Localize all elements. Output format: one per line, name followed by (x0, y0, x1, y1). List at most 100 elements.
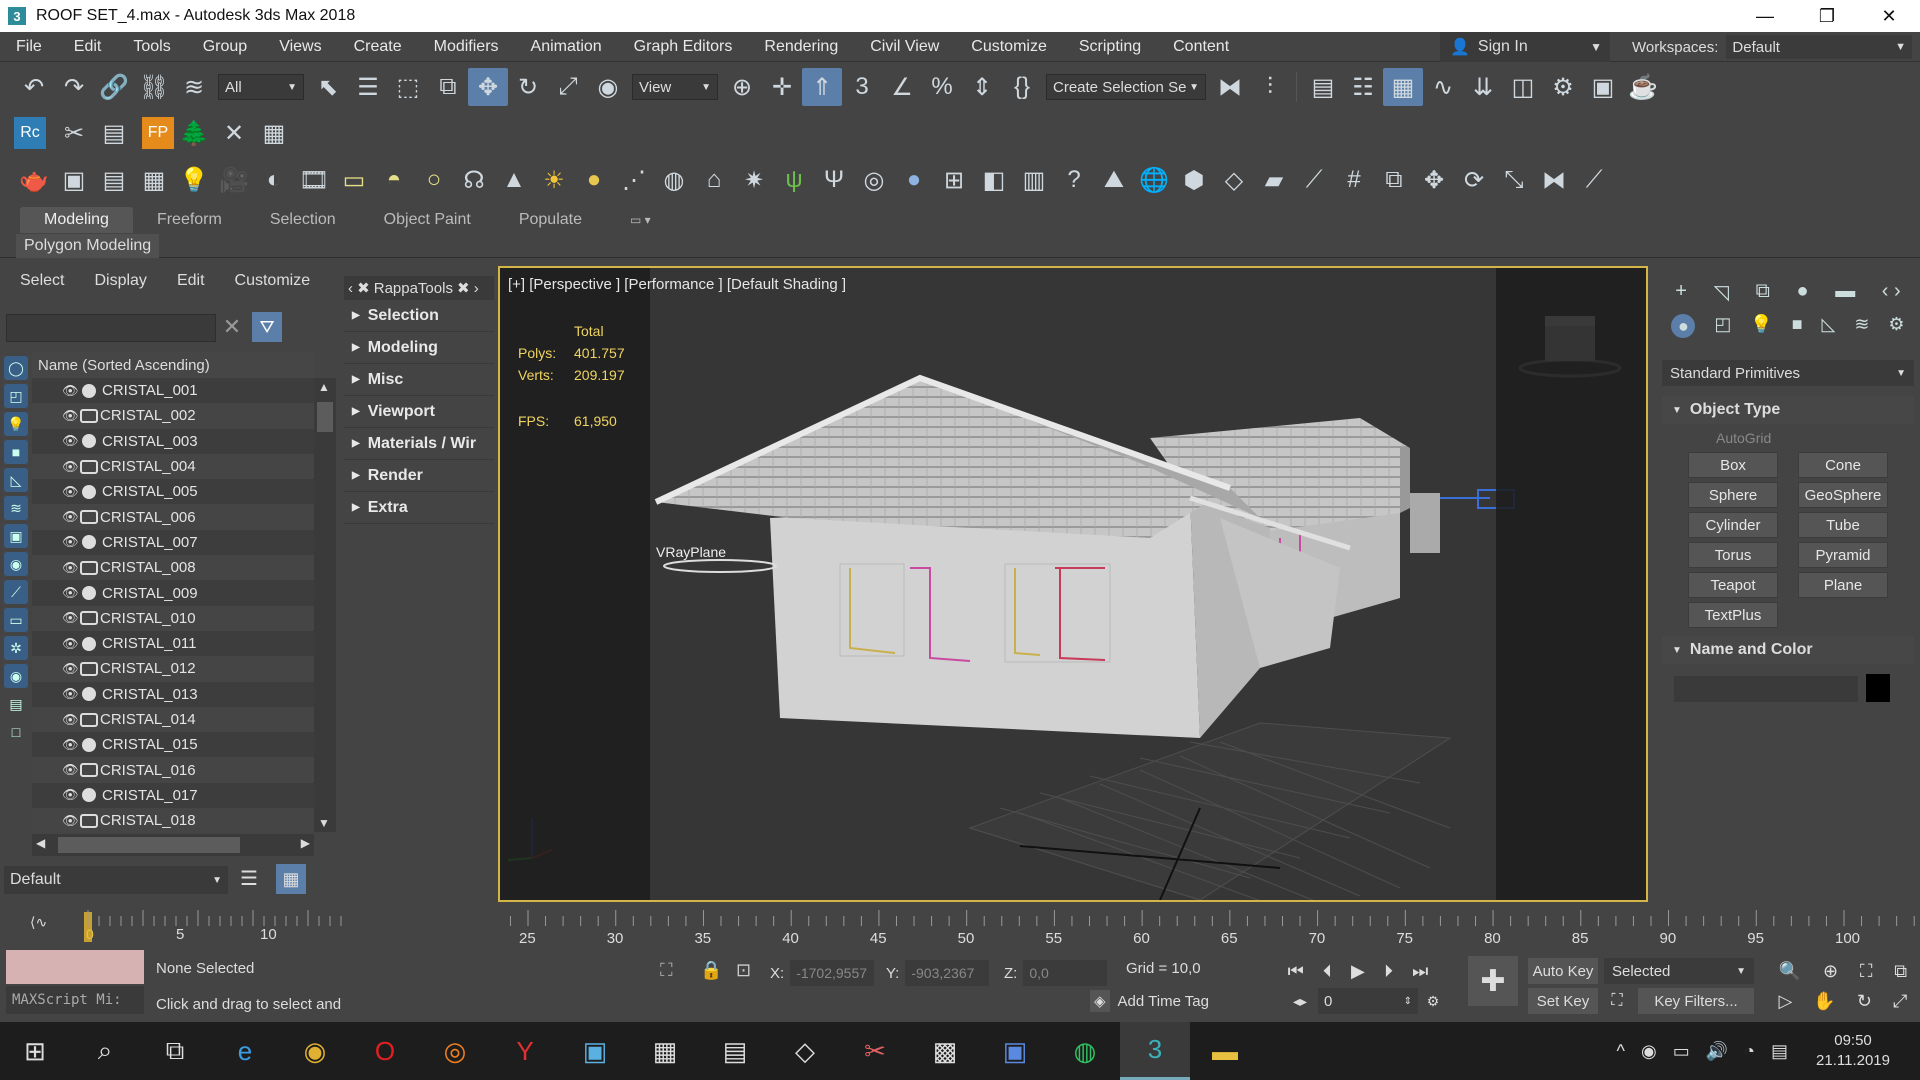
go-to-end-icon[interactable]: ⏭ (1412, 961, 1428, 982)
scroll-thumb[interactable] (317, 402, 333, 432)
menu-views[interactable]: Views (263, 38, 337, 56)
shapes-icon[interactable]: ◰ (1714, 314, 1731, 342)
cylinder-button[interactable]: Cylinder (1688, 512, 1778, 538)
key-mode-dropdown[interactable]: Selected ▼ (1604, 958, 1754, 984)
selection-filter-dropdown[interactable]: All ▼ (218, 74, 304, 100)
teapot-button[interactable]: Teapot (1688, 572, 1778, 598)
add-time-tag-button[interactable]: ◈ Add Time Tag (1090, 990, 1209, 1012)
floor-icon[interactable]: ▰ (1254, 161, 1294, 199)
object-color-swatch[interactable] (1866, 674, 1890, 702)
list-item[interactable]: 👁 CRISTAL_012 (32, 656, 314, 682)
list-item[interactable]: 👁 CRISTAL_009 (32, 580, 314, 605)
cameras-icon[interactable]: ■ (1792, 314, 1803, 342)
toggle-ribbon-icon[interactable]: ▦ (1383, 68, 1423, 106)
geometry-icon[interactable]: ● (1671, 314, 1696, 338)
schematic-view-icon[interactable]: ⇊ (1463, 68, 1503, 106)
visibility-eye-icon[interactable]: 👁 (62, 433, 80, 449)
auto-key-button[interactable]: Auto Key (1528, 958, 1598, 984)
next-frame-icon[interactable]: ⏵ (1384, 961, 1393, 982)
absolute-mode-icon[interactable]: ⊡ (736, 960, 751, 981)
material-icon[interactable]: ◍ (654, 161, 694, 199)
edit-named-selection-icon[interactable]: {} (1002, 68, 1042, 106)
maxscript-mini-listener[interactable]: MAXScript Mi: (6, 986, 144, 1014)
close-icon[interactable]: ✖ › (457, 279, 479, 297)
frame-buffer-icon[interactable]: ◧ (974, 161, 1014, 199)
menu-animation[interactable]: Animation (515, 38, 618, 56)
teapot-icon[interactable]: 🫖 (14, 161, 54, 199)
z-input[interactable]: 0,0 (1023, 960, 1108, 986)
geosphere-button[interactable]: GeoSphere (1798, 482, 1888, 508)
field-of-view-icon[interactable]: ▷ (1779, 991, 1793, 1012)
plane-view-icon[interactable]: ◇ (1214, 161, 1254, 199)
orbit-icon[interactable]: ↻ (1857, 991, 1872, 1012)
place-icon[interactable]: ◉ (588, 68, 628, 106)
fur-icon[interactable]: ⋰ (614, 161, 654, 199)
menu-customize[interactable]: Customize (955, 38, 1063, 56)
zoom-all-icon[interactable]: ⊕ (1823, 961, 1838, 982)
wifi-icon[interactable]: ◔ (1744, 1041, 1755, 1062)
sun-icon[interactable]: ☀ (534, 161, 574, 199)
filter-icon[interactable]: ⛛ (252, 312, 282, 342)
viewcube[interactable] (1518, 316, 1622, 378)
hair-icon[interactable]: Ψ (814, 161, 854, 199)
named-selection-dropdown[interactable]: Create Selection Se ▼ (1046, 74, 1206, 100)
firefox-icon[interactable]: ◎ (420, 1022, 490, 1080)
rappa-modeling[interactable]: ▶ Modeling (344, 332, 494, 364)
list-item[interactable]: 👁 CRISTAL_014 (32, 706, 314, 733)
polygon-modeling-panel[interactable]: Polygon Modeling (16, 234, 160, 258)
hemisphere-icon[interactable]: ◓ (374, 161, 414, 199)
list-icon[interactable]: ▤ (94, 114, 134, 152)
scene-menu-customize[interactable]: Customize (235, 272, 311, 290)
name-and-color-rollout[interactable]: ▼ Name and Color (1662, 636, 1914, 664)
rappa-selection[interactable]: ▶ Selection (344, 300, 494, 332)
display-groups-icon[interactable]: ▣ (4, 524, 28, 548)
menu-edit[interactable]: Edit (58, 38, 118, 56)
sheet-icon[interactable]: ▤ (94, 161, 134, 199)
menu-tools[interactable]: Tools (117, 38, 186, 56)
video-camera-icon[interactable]: 🎞 (294, 161, 334, 199)
visibility-eye-icon[interactable]: 👁 (62, 661, 80, 677)
help-icon[interactable]: ? (1054, 161, 1094, 199)
previous-frame-icon[interactable]: ⏴ (1323, 961, 1332, 982)
object-type-rollout[interactable]: ▼ Object Type (1662, 396, 1914, 424)
visibility-eye-icon[interactable]: 👁 (62, 610, 80, 626)
display-cameras-icon[interactable]: ■ (4, 440, 28, 464)
systems-icon[interactable]: ⚙ (1888, 314, 1904, 342)
visibility-eye-icon[interactable]: 👁 (62, 762, 80, 778)
textplus-button[interactable]: TextPlus (1688, 602, 1778, 628)
forestpack-icon[interactable]: FP (142, 117, 174, 149)
go-to-start-icon[interactable]: ⏮ (1288, 961, 1304, 982)
list-item[interactable]: 👁 CRISTAL_010 (32, 605, 314, 631)
battery-icon[interactable]: ▭ (1673, 1041, 1690, 1062)
undo-icon[interactable]: ↶ (14, 68, 54, 106)
menu-modifiers[interactable]: Modifiers (418, 38, 515, 56)
modify-tab-icon[interactable]: ◹ (1714, 280, 1729, 306)
window-crossing-icon[interactable]: ⧉ (428, 68, 468, 106)
menu-create[interactable]: Create (338, 38, 418, 56)
scroll-down-icon[interactable]: ▼ (318, 816, 330, 830)
create-tab-icon[interactable]: + (1675, 280, 1687, 306)
viewport-label[interactable]: [+] [Perspective ] [Performance ] [Defau… (508, 276, 846, 293)
light-icon[interactable]: 💡 (174, 161, 214, 199)
display-lights-icon[interactable]: 💡 (4, 412, 28, 436)
box-view-icon[interactable]: ⬢ (1174, 161, 1214, 199)
chrome-icon[interactable]: ◉ (280, 1022, 350, 1080)
mirror-tool-icon[interactable]: ⧓ (1534, 161, 1574, 199)
search-icon[interactable]: ⌕ (70, 1022, 140, 1080)
display-helpers-icon[interactable]: ◺ (4, 468, 28, 492)
autogrid-checkbox[interactable]: AutoGrid (1716, 430, 1771, 446)
camera-icon[interactable]: 🎥 (214, 161, 254, 199)
object-name-input[interactable] (1674, 676, 1858, 702)
table-icon[interactable]: ▦ (254, 114, 294, 152)
ambient-light-icon[interactable]: ● (574, 161, 614, 199)
time-configuration-icon[interactable]: ⚙ (1422, 988, 1444, 1014)
list-item[interactable]: 👁 CRISTAL_018 (32, 808, 314, 832)
visibility-eye-icon[interactable]: 👁 (62, 484, 80, 500)
calculator-icon[interactable]: ▦ (630, 1022, 700, 1080)
rectangular-selection-icon[interactable]: ⬚ (388, 68, 428, 106)
plane-app-icon[interactable]: ◇ (770, 1022, 840, 1080)
zoom-icon[interactable]: 🔍 (1779, 961, 1801, 982)
ruler-icon[interactable]: ⟋ (1574, 161, 1614, 199)
start-icon[interactable]: ⊞ (0, 1022, 70, 1080)
display-shapes-icon[interactable]: ◰ (4, 384, 28, 408)
